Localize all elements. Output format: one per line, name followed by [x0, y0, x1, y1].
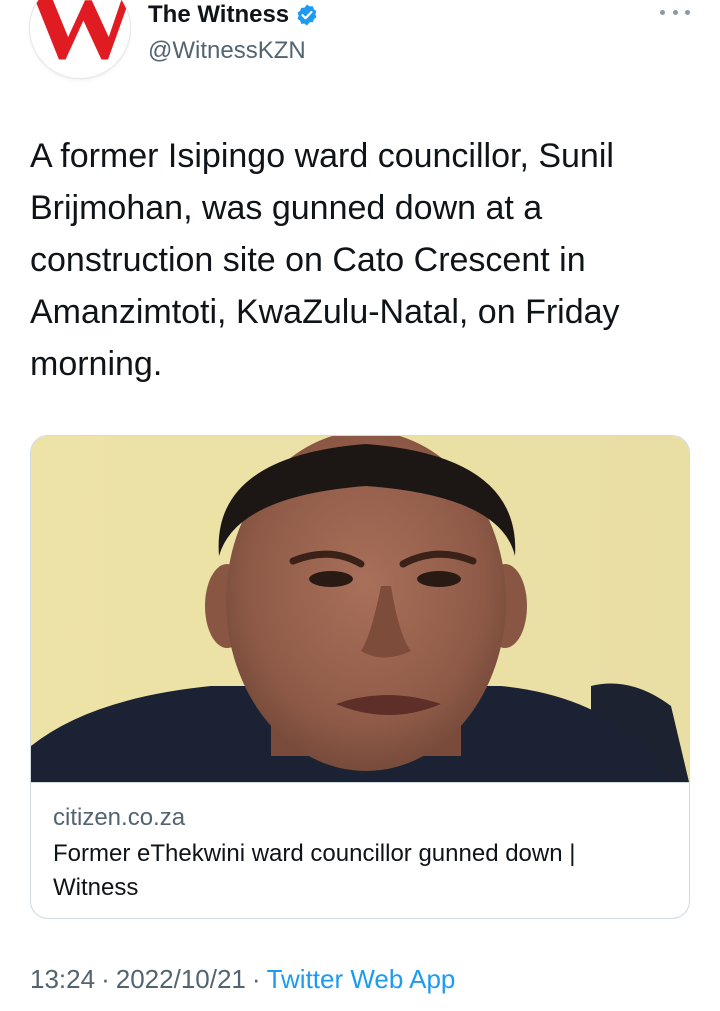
separator-dot: · [251, 964, 261, 994]
tweet-timestamp-row: 13:24 · 2022/10/21 · Twitter Web App [30, 962, 455, 996]
more-horizontal-icon[interactable] [660, 4, 690, 20]
separator-dot: · [101, 964, 110, 994]
avatar-logo-letter: W [30, 0, 130, 78]
tweet-text: A former Isipingo ward councillor, Sunil… [30, 137, 620, 383]
author-display-name[interactable]: The Witness [148, 0, 289, 30]
tweet-source-link[interactable]: Twitter Web App [267, 964, 456, 994]
card-title: Former eThekwini ward councillor gunned … [53, 840, 576, 901]
tweet-time[interactable]: 13:24 [30, 964, 95, 994]
more-dot [660, 9, 665, 15]
link-preview-card[interactable]: citizen.co.za Former eThekwini ward coun… [30, 435, 690, 919]
author-avatar[interactable]: W [30, 0, 130, 78]
author-handle[interactable]: @WitnessKZN [148, 36, 306, 66]
card-image[interactable] [31, 436, 689, 782]
more-dot [672, 9, 678, 15]
more-dot [685, 9, 690, 15]
tweet-date[interactable]: 2022/10/21 [116, 964, 246, 994]
author-display-name-row[interactable]: The Witness [148, 0, 319, 30]
verified-badge-icon [295, 3, 319, 27]
card-meta[interactable]: citizen.co.za Former eThekwini ward coun… [31, 782, 689, 918]
card-photo [31, 436, 689, 782]
card-domain: citizen.co.za [53, 804, 186, 831]
